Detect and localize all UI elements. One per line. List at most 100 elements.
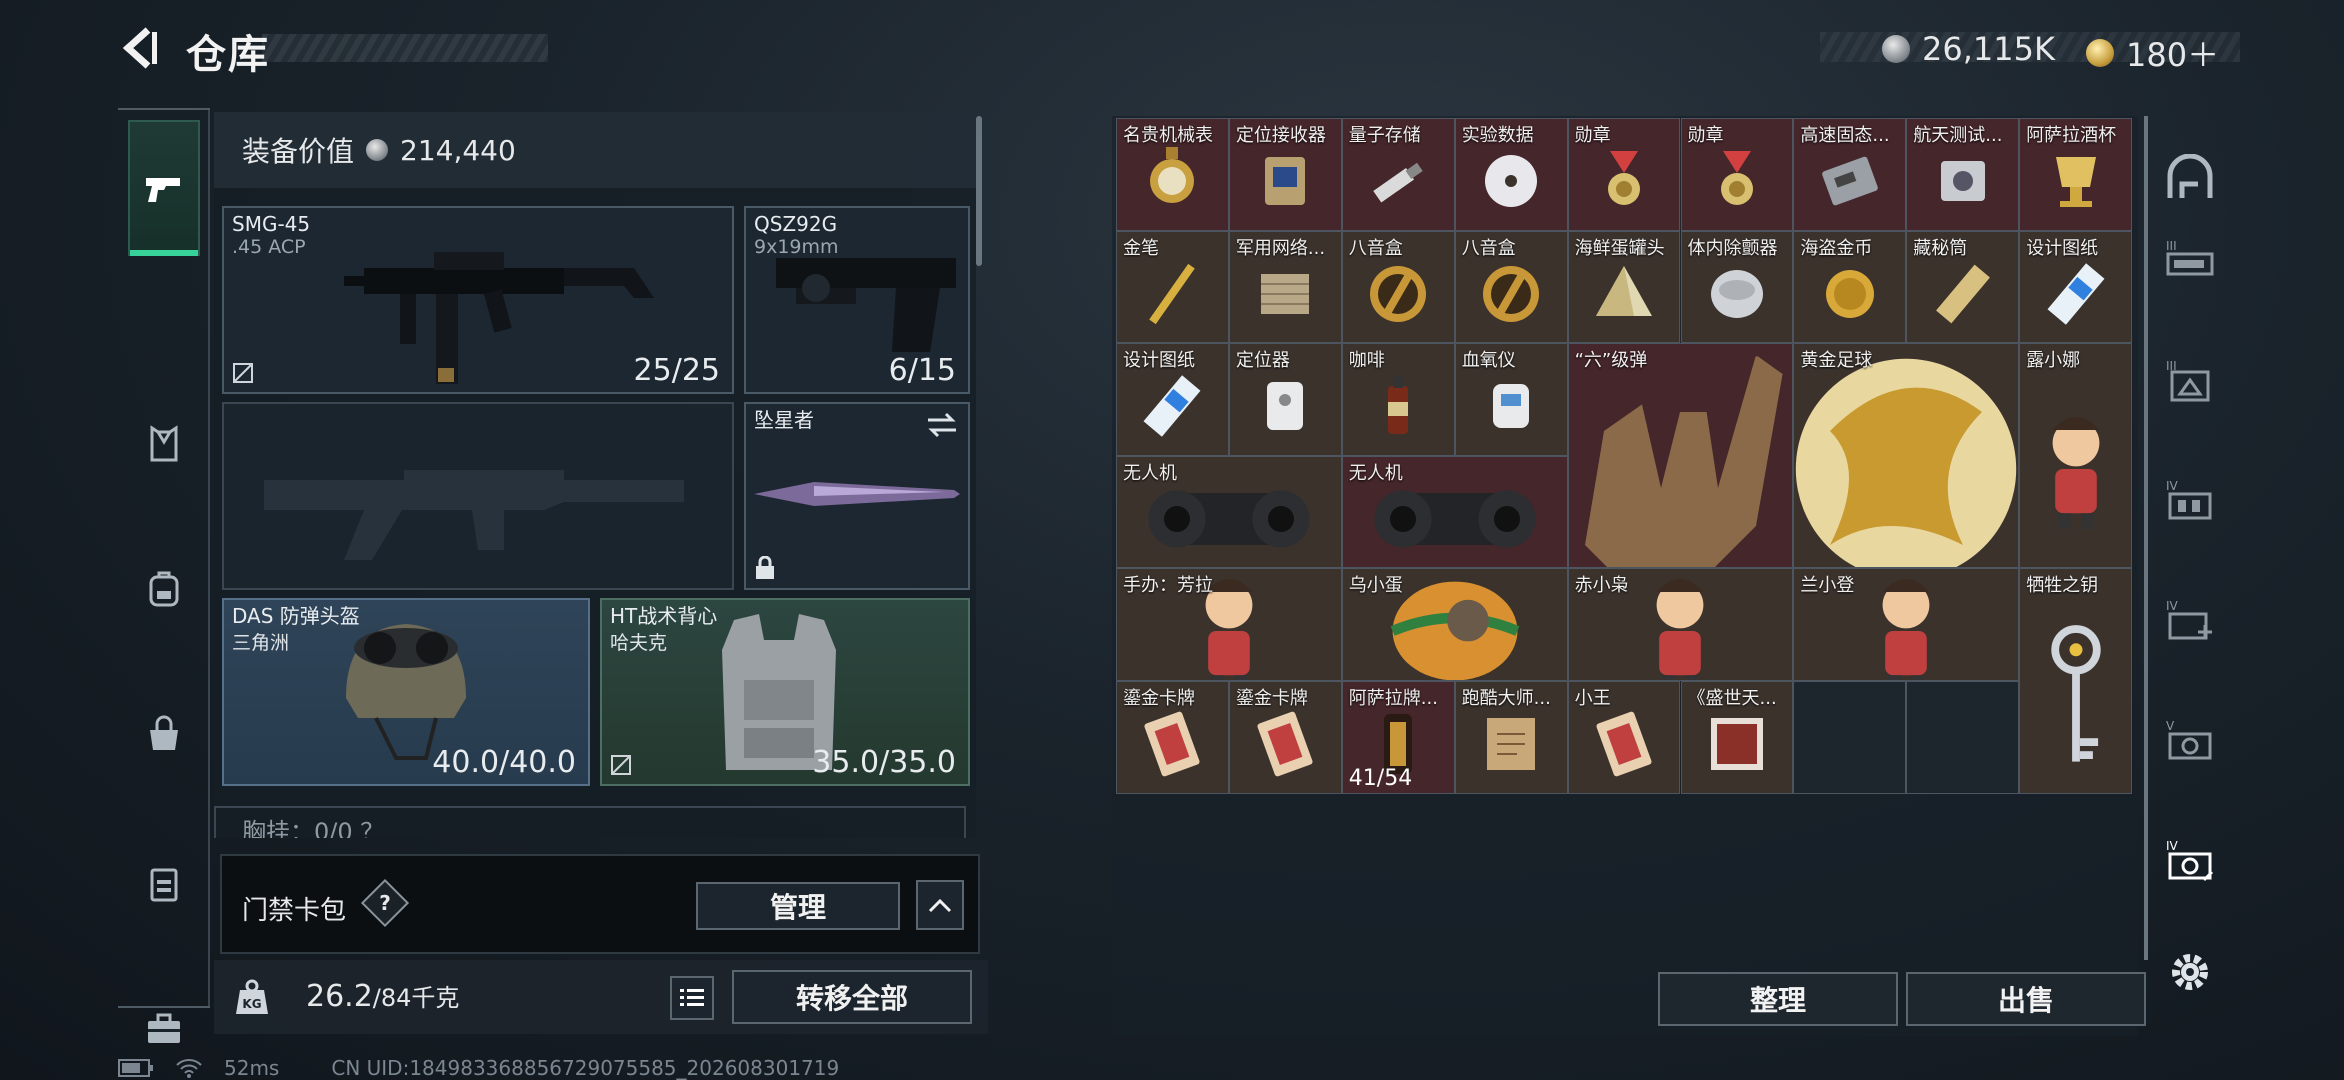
slot-helmet[interactable]: DAS 防弹头盔 三角洲 40.0/40.0 (222, 598, 590, 786)
stash-item[interactable]: 航天测试... (1906, 118, 2020, 231)
stash-item[interactable]: “六”级弹 (1567, 343, 1794, 569)
slot-vest[interactable]: HT战术背心 哈夫克 35.0/35.0 (600, 598, 970, 786)
stash-item[interactable]: 乌小蛋 (1341, 568, 1568, 681)
equipment-scrollbar[interactable] (976, 116, 982, 266)
stash-item[interactable]: 海盗金币 (1793, 230, 1907, 344)
stash-item[interactable]: 名贵机械表 (1116, 118, 1229, 231)
stash-item[interactable]: 牺牲之钥 (2019, 568, 2133, 794)
help-button[interactable]: ? (360, 878, 410, 928)
stash-item[interactable]: 设计图纸 (2019, 230, 2133, 344)
stash-item[interactable]: 鎏金卡牌 (1116, 681, 1229, 794)
stash-item[interactable]: 黄金足球 (1793, 343, 2020, 569)
stash-item[interactable]: 量子存储 (1341, 118, 1455, 231)
sell-button[interactable]: 出售 (1906, 972, 2146, 1026)
stash-item[interactable]: 小王 (1567, 681, 1681, 794)
stash-item[interactable]: 勋章 (1680, 118, 1794, 231)
keycard-pack-bar: 门禁卡包 ? 管理 (220, 854, 980, 954)
stash-item[interactable]: 定位接收器 (1228, 118, 1342, 231)
stash-item[interactable]: 藏秘筒 (1906, 230, 2020, 344)
silver-coin-icon (1882, 35, 1910, 63)
sort-button[interactable]: 整理 (1658, 972, 1898, 1026)
stash-item[interactable]: 海鲜蛋罐头 (1567, 230, 1681, 344)
stash-empty-cell[interactable] (1906, 681, 2020, 794)
stash-item-name: 定位接收器 (1235, 125, 1326, 146)
weight-current: 26.2 (306, 979, 373, 1014)
stash-page-3b[interactable]: III (2160, 350, 2220, 410)
stash-item[interactable]: 咖啡 (1341, 343, 1455, 456)
primary-weapon-count: 25/25 (633, 353, 720, 388)
stash-page-4a[interactable]: IV (2160, 470, 2220, 530)
stash-empty-cell[interactable] (1793, 681, 1907, 794)
slot-empty-weapon[interactable] (222, 402, 734, 590)
slot-chest-rig[interactable]: 胸挂：0/0 ？ (214, 806, 966, 838)
currency-gold[interactable]: 180＋ (2086, 30, 2219, 76)
stash-item[interactable]: 八音盒 (1454, 230, 1568, 344)
vest-brand: 哈夫克 (610, 632, 668, 654)
stash-page-4b[interactable]: IV (2160, 590, 2220, 650)
stash-item[interactable]: 体内除颤器 (1680, 230, 1794, 344)
pistol-icon (146, 178, 180, 202)
nav-armor[interactable] (128, 408, 200, 480)
stash-item[interactable]: 跑酷大师... (1454, 681, 1568, 794)
stash-item-name: 阿萨拉牌... (1348, 688, 1438, 709)
stash-page-6[interactable]: IV (2160, 830, 2220, 890)
stash-item-name: 跑酷大师... (1461, 688, 1551, 709)
slot-primary-weapon[interactable]: SMG-45 .45 ACP 25/25 (222, 206, 734, 394)
stash-item[interactable]: 赤小枭 (1567, 568, 1794, 681)
equipment-value: 214,440 (400, 133, 516, 167)
nav-backpack[interactable] (128, 553, 200, 625)
stash-page-icon: IV (2166, 839, 2214, 882)
keycard-pack-label: 门禁卡包 (242, 896, 347, 926)
stash-item-name: 名贵机械表 (1123, 125, 1213, 146)
slot-melee[interactable]: 坠星者 (744, 402, 970, 590)
stash-item[interactable]: 血氧仪 (1454, 343, 1568, 456)
stash-home-tab[interactable] (2160, 150, 2220, 210)
stash-item[interactable]: 阿萨拉牌... 41/54 (1341, 681, 1455, 794)
nav-weapons[interactable] (128, 120, 200, 256)
stash-item[interactable]: 定位器 (1228, 343, 1342, 456)
stash-page-3a[interactable]: III (2160, 230, 2220, 290)
stash-item[interactable]: 金笔 (1116, 230, 1229, 344)
weight-icon: KG (236, 979, 268, 1014)
stash-item[interactable]: 设计图纸 (1116, 343, 1229, 456)
stash-item[interactable]: 勋章 (1567, 118, 1681, 231)
slot-secondary-weapon[interactable]: QSZ92G 9x19mm 6/15 (744, 206, 970, 394)
transfer-all-button[interactable]: 转移全部 (732, 970, 972, 1024)
manage-button[interactable]: 管理 (696, 882, 900, 930)
stash-item[interactable]: 手办：芳拉 (1116, 568, 1342, 681)
hand-icon (1585, 356, 1784, 568)
nav-case[interactable] (128, 848, 200, 920)
stash-item[interactable]: 八音盒 (1341, 230, 1455, 344)
stash-item[interactable]: 军用网络... (1228, 230, 1342, 344)
secondary-weapon-count: 6/15 (888, 353, 956, 388)
collapse-button[interactable] (916, 880, 964, 930)
stash-item[interactable]: 无人机 (1341, 455, 1568, 569)
nav-briefcase[interactable] (128, 993, 200, 1065)
swap-icon[interactable] (926, 412, 958, 438)
list-view-button[interactable] (670, 976, 714, 1020)
weight-max: /84千克 (372, 984, 460, 1012)
stash-item-name: 无人机 (1348, 462, 1403, 484)
stash-page-sidebar: III III IV IV V IV (2150, 108, 2230, 1008)
stash-item[interactable]: 阿萨拉酒杯 (2019, 118, 2133, 231)
stash-scrollbar[interactable] (2144, 116, 2148, 960)
stash-item-name: 赤小枭 (1574, 575, 1629, 597)
stash-item[interactable]: 露小娜 (2019, 343, 2133, 569)
stash-page-icon: IV (2166, 479, 2212, 520)
nav-bag[interactable] (128, 698, 200, 770)
backpack-icon (149, 571, 179, 607)
stash-home-icon (2167, 154, 2213, 198)
stash-item[interactable]: 无人机 (1116, 455, 1342, 569)
vest-icon (150, 425, 178, 462)
stash-item[interactable]: 《盛世天... (1680, 681, 1794, 794)
title-decoration (262, 34, 548, 62)
stash-item[interactable]: 兰小登 (1793, 568, 2020, 681)
stash-item[interactable]: 实验数据 (1454, 118, 1568, 231)
settings-button[interactable] (2160, 942, 2220, 1002)
stash-item[interactable]: 高速固态... (1793, 118, 1907, 231)
stash-item-name: 设计图纸 (1123, 350, 1195, 372)
back-button[interactable] (118, 26, 162, 70)
stash-item-name: 航天测试... (1913, 125, 2003, 146)
stash-item[interactable]: 鎏金卡牌 (1228, 681, 1342, 794)
stash-page-5[interactable]: V (2160, 710, 2220, 770)
